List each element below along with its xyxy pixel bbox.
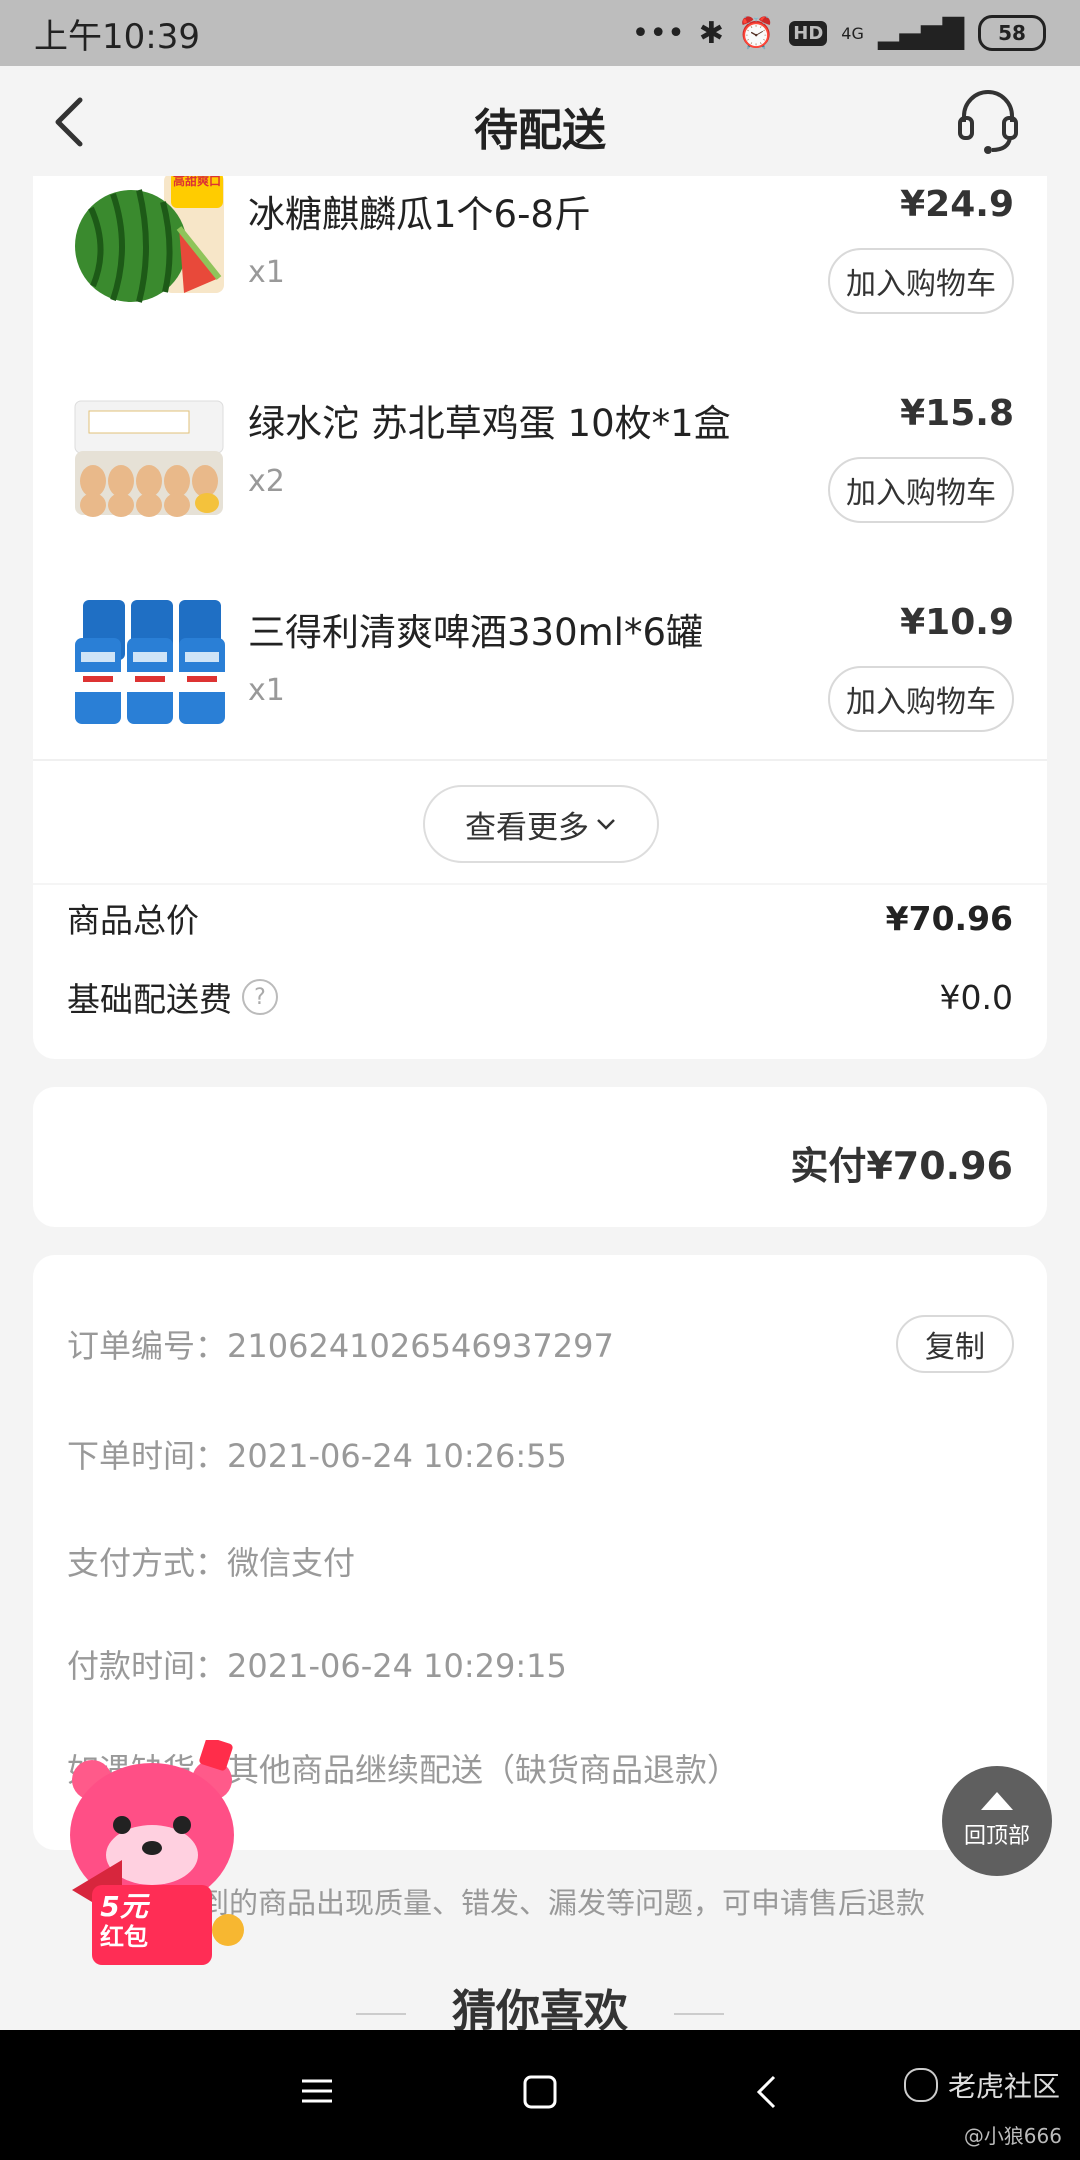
- payment-method: 支付方式：微信支付: [67, 1538, 355, 1584]
- goods-total-value: ¥70.96: [885, 898, 1013, 938]
- watermark: 老虎社区: [903, 2065, 1060, 2105]
- order-time-value: 2021-06-24 10:26:55: [227, 1437, 567, 1475]
- add-to-cart-button[interactable]: 加入购物车: [828, 457, 1014, 523]
- back-nav-icon[interactable]: [754, 2074, 778, 2110]
- eggs-image: [69, 381, 229, 531]
- status-icons: ••• ✱ ⏰ HD 4G ▂▄▆█ 58: [632, 15, 1046, 51]
- product-name: 冰糖麒麟瓜1个6-8斤: [248, 193, 591, 236]
- promo-amount: 5元: [100, 1890, 148, 1923]
- payment-time: 付款时间：2021-06-24 10:29:15: [67, 1641, 567, 1687]
- promo-text: 5元 红包: [100, 1892, 148, 1952]
- add-to-cart-button[interactable]: 加入购物车: [828, 248, 1014, 314]
- order-items-card: 高甜爽口 冰糖麒麟瓜1个6-8斤 x1 ¥24.9 加入购物车 绿水沱 苏北草鸡…: [33, 176, 1047, 1059]
- back-to-top-button[interactable]: 回顶部: [942, 1766, 1052, 1876]
- product-name: 三得利清爽啤酒330ml*6罐: [248, 611, 703, 654]
- product-price: ¥10.9: [900, 602, 1014, 643]
- alarm-icon: ⏰: [737, 15, 776, 51]
- hd-icon: HD: [789, 20, 828, 46]
- product-qty: x1: [248, 255, 285, 290]
- chevron-down-icon: [597, 819, 615, 830]
- copy-button[interactable]: 复制: [896, 1315, 1014, 1373]
- product-price: ¥24.9: [900, 184, 1014, 225]
- watermark-user: @小狼666: [963, 2124, 1062, 2148]
- list-item[interactable]: 三得利清爽啤酒330ml*6罐 x1 ¥10.9 加入购物车: [33, 570, 1047, 770]
- payment-method-label: 支付方式：: [67, 1544, 228, 1582]
- payment-time-label: 付款时间：: [67, 1647, 228, 1685]
- nav-bar: 待配送: [0, 66, 1080, 176]
- tiger-logo-icon: [903, 2068, 938, 2102]
- list-item[interactable]: 绿水沱 苏北草鸡蛋 10枚*1盒 x2 ¥15.8 加入购物车: [33, 361, 1047, 561]
- list-item[interactable]: 高甜爽口 冰糖麒麟瓜1个6-8斤 x1 ¥24.9 加入购物车: [33, 176, 1047, 352]
- order-number-label: 订单编号：: [67, 1327, 228, 1365]
- product-name: 绿水沱 苏北草鸡蛋 10枚*1盒: [248, 402, 731, 445]
- arrow-up-icon: [981, 1792, 1013, 1810]
- customer-service-icon[interactable]: [952, 84, 1024, 156]
- menu-icon[interactable]: [300, 2074, 334, 2108]
- goods-total-label: 商品总价: [67, 901, 199, 940]
- shortage-value: 其他商品继续配送（缺货商品退款）: [227, 1751, 740, 1789]
- battery-icon: 58: [978, 15, 1046, 51]
- order-time: 下单时间：2021-06-24 10:26:55: [67, 1431, 567, 1477]
- home-icon[interactable]: [522, 2074, 558, 2110]
- after-sales-note: 到的商品出现质量、错发、漏发等问题，可申请售后退款: [200, 1886, 926, 1920]
- product-qty: x1: [248, 673, 285, 708]
- delivery-fee-value: ¥0.0: [939, 977, 1013, 1017]
- paid-amount: 实付¥70.96: [790, 1135, 1013, 1190]
- promo-label: 红包: [100, 1923, 148, 1951]
- goods-total-row: 商品总价 ¥70.96: [67, 894, 1013, 942]
- watermark-brand: 老虎社区: [947, 2070, 1060, 2103]
- back-to-top-label: 回顶部: [963, 1824, 1030, 1849]
- order-time-label: 下单时间：: [67, 1437, 228, 1475]
- divider: [33, 759, 1047, 761]
- product-badge: 高甜爽口: [173, 176, 222, 188]
- bear-mascot-icon: [70, 1737, 244, 1965]
- delivery-fee-row: 基础配送费 ? ¥0.0: [67, 973, 1013, 1021]
- beer-cans-image: [69, 590, 229, 740]
- add-to-cart-button[interactable]: 加入购物车: [828, 666, 1014, 732]
- help-icon[interactable]: ?: [242, 979, 278, 1015]
- red-packet-promo[interactable]: 5元 红包: [52, 1737, 252, 1970]
- delivery-fee-label-wrap: 基础配送费 ?: [67, 973, 278, 1021]
- product-price: ¥15.8: [900, 393, 1014, 434]
- battery-level: 58: [998, 21, 1026, 45]
- payment-time-value: 2021-06-24 10:29:15: [227, 1647, 567, 1685]
- divider: [356, 2013, 406, 2015]
- payment-method-value: 微信支付: [227, 1544, 356, 1582]
- more-dots-icon: •••: [631, 15, 685, 51]
- order-number: 订单编号：2106241026546937297: [67, 1321, 614, 1367]
- signal-icon: ▂▄▆█: [877, 16, 964, 50]
- status-time: 上午10:39: [34, 16, 200, 57]
- product-qty: x2: [248, 464, 285, 499]
- paid-label: 实付: [790, 1144, 867, 1188]
- divider: [674, 2013, 724, 2015]
- view-more-button[interactable]: 查看更多: [423, 785, 659, 863]
- payment-total-card: 实付¥70.96: [33, 1087, 1047, 1227]
- bluetooth-icon: ✱: [698, 15, 724, 51]
- status-bar: 上午10:39 ••• ✱ ⏰ HD 4G ▂▄▆█ 58: [0, 0, 1080, 66]
- delivery-fee-label: 基础配送费: [67, 980, 232, 1019]
- order-number-value: 2106241026546937297: [227, 1327, 614, 1365]
- watermelon-image: 高甜爽口: [69, 176, 229, 318]
- network-label: 4G: [841, 23, 864, 43]
- page-title: 待配送: [474, 105, 606, 156]
- paid-value: ¥70.96: [866, 1144, 1013, 1188]
- divider: [33, 883, 1047, 885]
- view-more-label: 查看更多: [465, 809, 589, 846]
